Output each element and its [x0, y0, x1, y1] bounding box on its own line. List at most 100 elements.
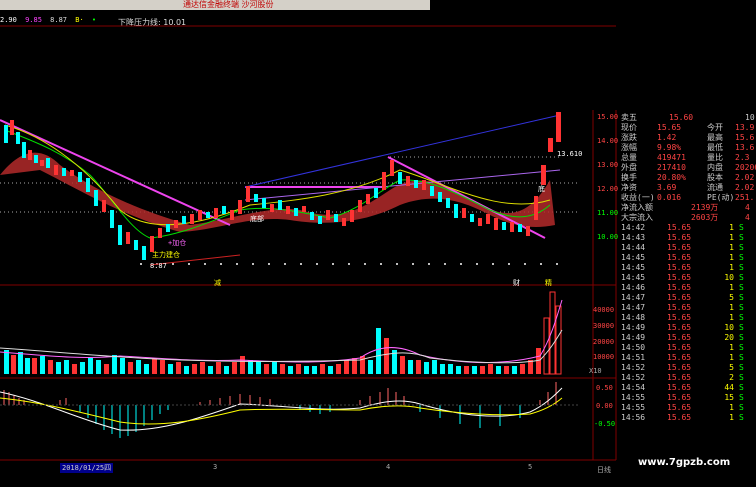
tick-row: 14:45 15.65 1 S	[617, 253, 756, 263]
quote-panel: 卖五 15.60 10 现价 15.65 今开 13.9 涨跌 1.42 最高 15.6 涨幅 9…	[617, 110, 756, 450]
quote-label: 现价	[621, 123, 637, 132]
tick-price: 15.65	[667, 243, 692, 252]
tick-volume: 10	[724, 323, 734, 332]
quote-label: 大宗流入	[621, 213, 653, 222]
quote-row: 大宗流入 2603万 4	[617, 213, 756, 223]
tick-time: 14:55	[621, 393, 646, 402]
tick-time: 14:47	[621, 293, 646, 302]
annotation-label: 底	[538, 185, 545, 193]
tick-volume: 2	[729, 373, 734, 382]
macd-axis-label: -0.50	[594, 420, 616, 428]
tick-volume: 1	[729, 403, 734, 412]
tick-volume: 20	[724, 333, 734, 342]
tick-time: 14:51	[621, 353, 646, 362]
tick-row: 14:47 15.65 5 S	[617, 293, 756, 303]
tick-price: 15.65	[667, 403, 692, 412]
tick-volume: 5	[729, 293, 734, 302]
tick-side: S	[739, 393, 744, 402]
tick-time: 14:43	[621, 233, 646, 242]
tick-time: 14:49	[621, 323, 646, 332]
price-axis-label: 15.00	[597, 113, 619, 121]
tick-side: S	[739, 243, 744, 252]
macd-axis-label: 0.00	[596, 402, 613, 410]
tick-volume: 1	[729, 243, 734, 252]
tick-price: 15.65	[667, 333, 692, 342]
macd-axis-label: 0.50	[596, 384, 613, 392]
quote-value: 13.6	[735, 143, 755, 152]
period-label[interactable]: 日线	[597, 465, 611, 475]
tick-volume: 5	[729, 363, 734, 372]
quote-row: 涨幅 9.98% 最低 13.6	[617, 143, 756, 153]
price-axis-label: 12.00	[597, 185, 619, 193]
price-axis-label: 13.00	[597, 161, 619, 169]
quote-value: 0.016	[657, 193, 682, 202]
tick-price: 15.65	[667, 373, 692, 382]
tick-row: 14:45 15.65 10 S	[617, 273, 756, 283]
quote-label: 涨幅	[621, 143, 637, 152]
tick-side: S	[739, 323, 744, 332]
volume-axis-label: 40000	[593, 306, 615, 314]
tick-time: 14:54	[621, 383, 646, 392]
quote-row: 换手 20.80% 股本 2.02	[617, 173, 756, 183]
macd-dea-line	[0, 397, 563, 425]
quote-row: 净流入额 2139万 4	[617, 203, 756, 213]
tick-time: 14:45	[621, 253, 646, 262]
quote-label: 股本	[707, 173, 723, 182]
tick-row: 14:46 15.65 1 S	[617, 283, 756, 293]
tick-row: 14:49 15.65 10 S	[617, 323, 756, 333]
tick-time: 14:46	[621, 283, 646, 292]
volume-axis-label: 20000	[593, 338, 615, 346]
quote-value: 2139万	[691, 203, 719, 212]
tick-time: 14:47	[621, 303, 646, 312]
quote-row: 总量 419471 量比 2.3	[617, 153, 756, 163]
quote-row: 涨跌 1.42 最高 15.6	[617, 133, 756, 143]
macd-histogram	[3, 382, 557, 405]
tick-volume: 10	[724, 273, 734, 282]
trend-channel-line	[244, 114, 561, 188]
tick-time: 14:56	[621, 413, 646, 422]
tick-price: 15.65	[667, 363, 692, 372]
quote-row: 净资 3.69 流通 2.02	[617, 183, 756, 193]
quote-row: 外盘 217410 内盘 20206	[617, 163, 756, 173]
tick-price: 15.65	[667, 343, 692, 352]
quote-value: 217410	[657, 163, 686, 172]
tick-row: 14:47 15.65 1 S	[617, 303, 756, 313]
tick-side: S	[739, 263, 744, 272]
tick-time: 14:55	[621, 403, 646, 412]
quote-value: 20206	[735, 163, 756, 172]
quote-value: 419471	[657, 153, 686, 162]
tick-side: S	[739, 233, 744, 242]
annotation-label: +加仓	[168, 239, 187, 247]
price-axis-label: 11.00	[597, 209, 619, 217]
tick-volume: 1	[729, 343, 734, 352]
tick-volume: 1	[729, 223, 734, 232]
volume-unit: X10	[589, 367, 602, 375]
tick-row: 14:48 15.65 1 S	[617, 313, 756, 323]
tick-volume: 1	[729, 313, 734, 322]
quote-value: 251.	[735, 193, 755, 202]
tick-price: 15.65	[667, 293, 692, 302]
tick-time: 14:49	[621, 333, 646, 342]
quote-value: 3.69	[657, 183, 677, 192]
x-tick: 4	[386, 463, 391, 471]
tick-time: 14:44	[621, 243, 646, 252]
volume-bars	[0, 291, 563, 375]
quote-value: 2.02	[735, 183, 755, 192]
tick-side: S	[739, 353, 744, 362]
quote-label: 流通	[707, 183, 723, 192]
annotation-label: 主力建仓	[152, 251, 180, 259]
tick-price: 15.65	[667, 223, 692, 232]
quote-value: 15.65	[657, 123, 682, 132]
tick-volume: 1	[729, 263, 734, 272]
tick-row: 14:52 15.65 2 S	[617, 373, 756, 383]
tick-side: S	[739, 383, 744, 392]
annotation-label: 减	[214, 279, 221, 287]
tick-time: 14:50	[621, 343, 646, 352]
annotation-label: 底部	[250, 215, 264, 223]
quote-value: 4	[745, 203, 750, 212]
tick-volume: 1	[729, 253, 734, 262]
price-axis-label: 14.00	[597, 137, 619, 145]
tick-volume: 1	[729, 353, 734, 362]
tick-volume: 1	[729, 303, 734, 312]
quote-value: 2.3	[735, 153, 750, 162]
